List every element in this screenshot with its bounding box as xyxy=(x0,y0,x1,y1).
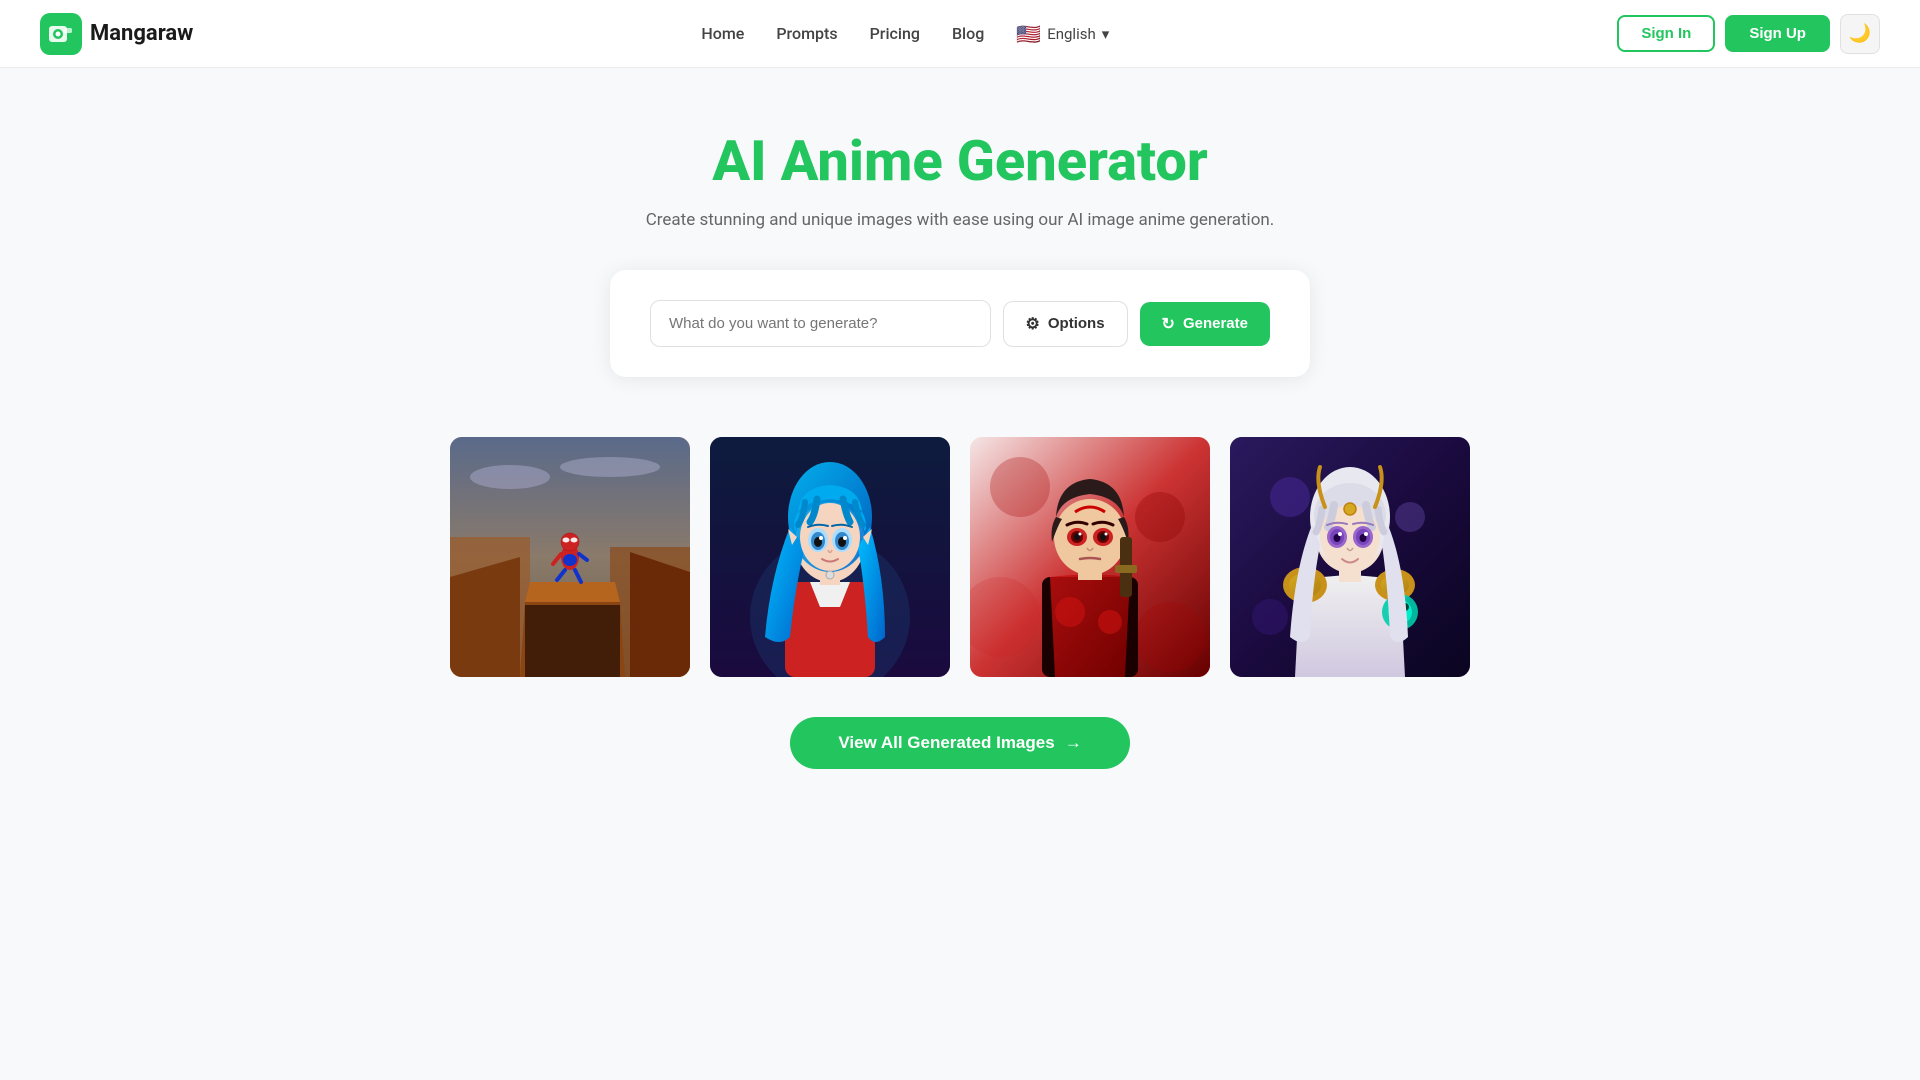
options-button[interactable]: ⚙ Options xyxy=(1003,301,1128,347)
generator-container: ⚙ Options ↻ Generate xyxy=(610,270,1310,377)
flag-icon: 🇺🇸 xyxy=(1016,22,1041,46)
signin-button[interactable]: Sign In xyxy=(1617,15,1715,52)
refresh-icon: ↻ xyxy=(1162,314,1175,334)
nav-home[interactable]: Home xyxy=(701,24,744,43)
generator-row: ⚙ Options ↻ Generate xyxy=(650,300,1270,347)
logo-icon xyxy=(40,13,82,55)
view-all-label: View All Generated Images xyxy=(838,733,1054,753)
gallery-image-3[interactable] xyxy=(970,437,1210,677)
signup-button[interactable]: Sign Up xyxy=(1725,15,1830,52)
prompt-input[interactable] xyxy=(650,300,991,347)
gallery-image-2[interactable] xyxy=(710,437,950,677)
generate-button[interactable]: ↻ Generate xyxy=(1140,302,1270,346)
nav-prompts[interactable]: Prompts xyxy=(776,24,837,43)
generate-label: Generate xyxy=(1183,315,1248,332)
main-content: AI Anime Generator Create stunning and u… xyxy=(0,68,1920,829)
arrow-right-icon: → xyxy=(1065,733,1082,753)
logo-text: Mangaraw xyxy=(90,21,193,46)
language-selector[interactable]: 🇺🇸 English ▾ xyxy=(1016,22,1109,46)
options-label: Options xyxy=(1048,315,1105,332)
nav-pricing[interactable]: Pricing xyxy=(870,24,920,43)
hero-title: AI Anime Generator xyxy=(712,128,1208,194)
hero-subtitle: Create stunning and unique images with e… xyxy=(646,210,1275,230)
gallery-image-4[interactable] xyxy=(1230,437,1470,677)
gallery-image-1[interactable] xyxy=(450,437,690,677)
theme-toggle-button[interactable]: 🌙 xyxy=(1840,14,1880,54)
nav-links: Home Prompts Pricing Blog 🇺🇸 English ▾ xyxy=(701,22,1109,46)
chevron-down-icon: ▾ xyxy=(1102,25,1110,43)
nav-blog[interactable]: Blog xyxy=(952,24,984,43)
language-label: English xyxy=(1047,25,1096,43)
navbar: Mangaraw Home Prompts Pricing Blog 🇺🇸 En… xyxy=(0,0,1920,68)
gear-icon: ⚙ xyxy=(1026,314,1040,334)
moon-icon: 🌙 xyxy=(1849,23,1871,44)
nav-actions: Sign In Sign Up 🌙 xyxy=(1617,14,1880,54)
view-all-button[interactable]: View All Generated Images → xyxy=(790,717,1129,769)
image-gallery xyxy=(450,437,1470,677)
logo[interactable]: Mangaraw xyxy=(40,13,193,55)
